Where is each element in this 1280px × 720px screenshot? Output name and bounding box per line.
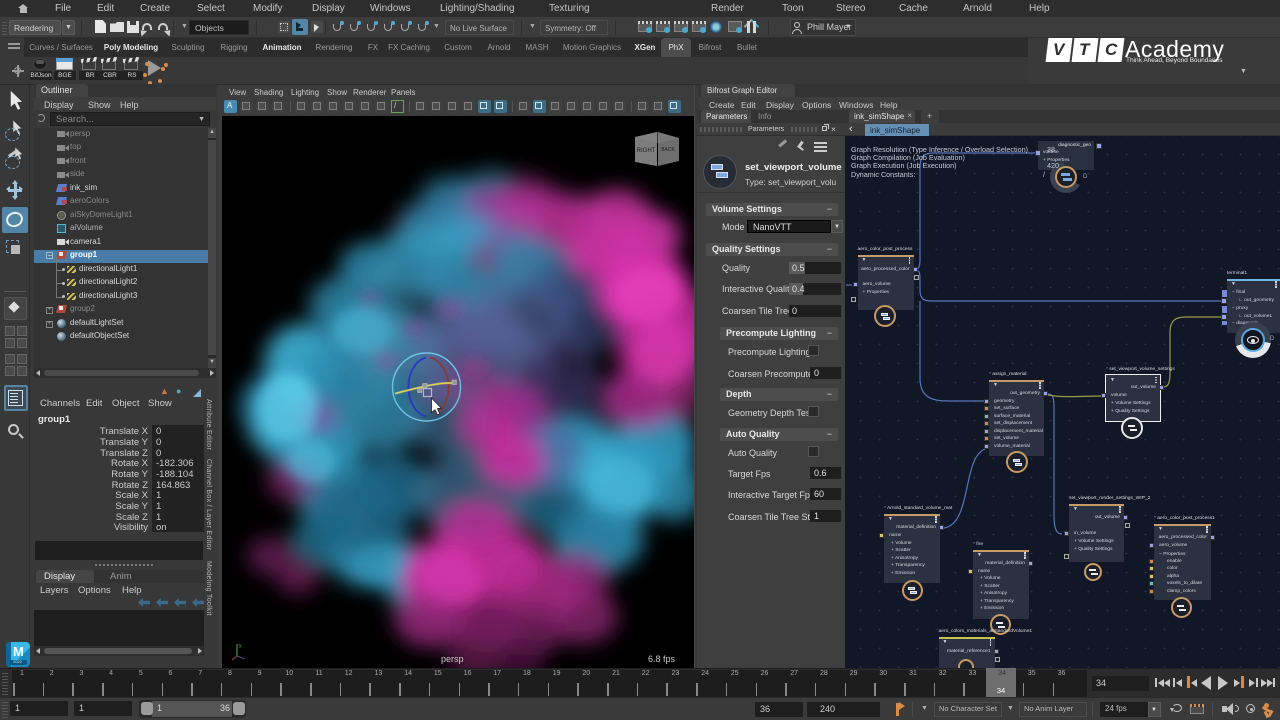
svg-text:y: y [239, 643, 242, 649]
svg-text:RIGHT: RIGHT [637, 148, 656, 154]
svg-text:BACK: BACK [661, 147, 675, 153]
